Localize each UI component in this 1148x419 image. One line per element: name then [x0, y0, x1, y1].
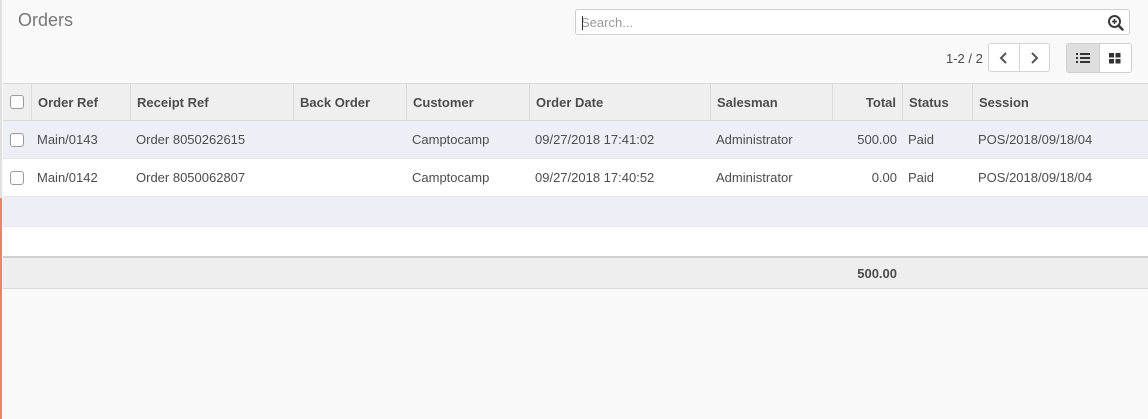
chevron-left-icon [999, 51, 1007, 64]
orders-table: Order Ref Receipt Ref Back Order Custome… [3, 83, 1148, 289]
cell-receipt-ref: Order 8050262615 [136, 132, 246, 147]
cell-status: Paid [908, 170, 935, 185]
list-view-button[interactable] [1067, 44, 1099, 72]
pager-buttons [988, 43, 1050, 72]
cell-salesman: Administrator [716, 132, 793, 147]
pager-value[interactable]: 1-2 / 2 [946, 51, 983, 66]
search-plus-icon[interactable] [1107, 14, 1125, 32]
table-footer-row: 500.00 [3, 257, 1148, 289]
search-box[interactable] [575, 9, 1130, 35]
row-select-cell [10, 121, 32, 158]
column-header-session[interactable]: Session [972, 84, 1148, 120]
cell-receipt-ref: Order 8050062807 [136, 170, 246, 185]
footer-total: 500.00 [857, 265, 897, 281]
table-row[interactable]: Main/0142 Order 8050062807 Camptocamp 09… [3, 159, 1148, 197]
cell-session: POS/2018/09/18/04 [978, 132, 1093, 147]
column-header-total[interactable]: Total [832, 84, 902, 120]
row-checkbox[interactable] [10, 170, 24, 185]
empty-row [3, 227, 1148, 257]
cell-back-order [293, 159, 299, 196]
row-select-cell [10, 159, 32, 196]
table-row[interactable]: Main/0143 Order 8050262615 Camptocamp 09… [3, 121, 1148, 159]
column-header-back-order[interactable]: Back Order [293, 84, 407, 120]
cell-customer: Camptocamp [412, 170, 490, 185]
cell-total: 0.00 [871, 170, 897, 185]
pager-next-button[interactable] [1018, 44, 1050, 71]
column-header-customer[interactable]: Customer [406, 84, 530, 120]
cell-customer: Camptocamp [412, 132, 490, 147]
cell-order-date: 09/27/2018 17:41:02 [535, 132, 655, 147]
text-cursor [582, 16, 583, 30]
select-all-checkbox[interactable] [10, 95, 24, 109]
header-select-cell [10, 84, 32, 120]
list-icon [1075, 53, 1090, 63]
cell-back-order [293, 121, 299, 158]
cell-order-date: 09/27/2018 17:40:52 [535, 170, 655, 185]
view-switcher [1066, 43, 1132, 73]
cell-session: POS/2018/09/18/04 [978, 170, 1093, 185]
cell-order-ref: Main/0143 [37, 132, 98, 147]
kanban-view-button[interactable] [1098, 44, 1131, 72]
column-header-salesman[interactable]: Salesman [710, 84, 833, 120]
pager-previous-button[interactable] [989, 44, 1019, 71]
cell-status: Paid [908, 132, 935, 147]
search-input[interactable] [576, 10, 1101, 34]
cell-order-ref: Main/0142 [37, 170, 98, 185]
row-checkbox[interactable] [10, 132, 24, 147]
column-header-receipt-ref[interactable]: Receipt Ref [130, 84, 294, 120]
empty-row [3, 197, 1148, 227]
column-header-order-ref[interactable]: Order Ref [31, 84, 131, 120]
column-header-order-date[interactable]: Order Date [529, 84, 711, 120]
column-header-status[interactable]: Status [902, 84, 973, 120]
page-title: Orders [18, 10, 74, 30]
grid-icon [1109, 52, 1121, 63]
cell-total: 500.00 [857, 132, 897, 147]
left-edge-accent [0, 198, 2, 419]
cell-salesman: Administrator [716, 170, 793, 185]
chevron-right-icon [1031, 51, 1039, 64]
table-header-row: Order Ref Receipt Ref Back Order Custome… [3, 83, 1148, 121]
